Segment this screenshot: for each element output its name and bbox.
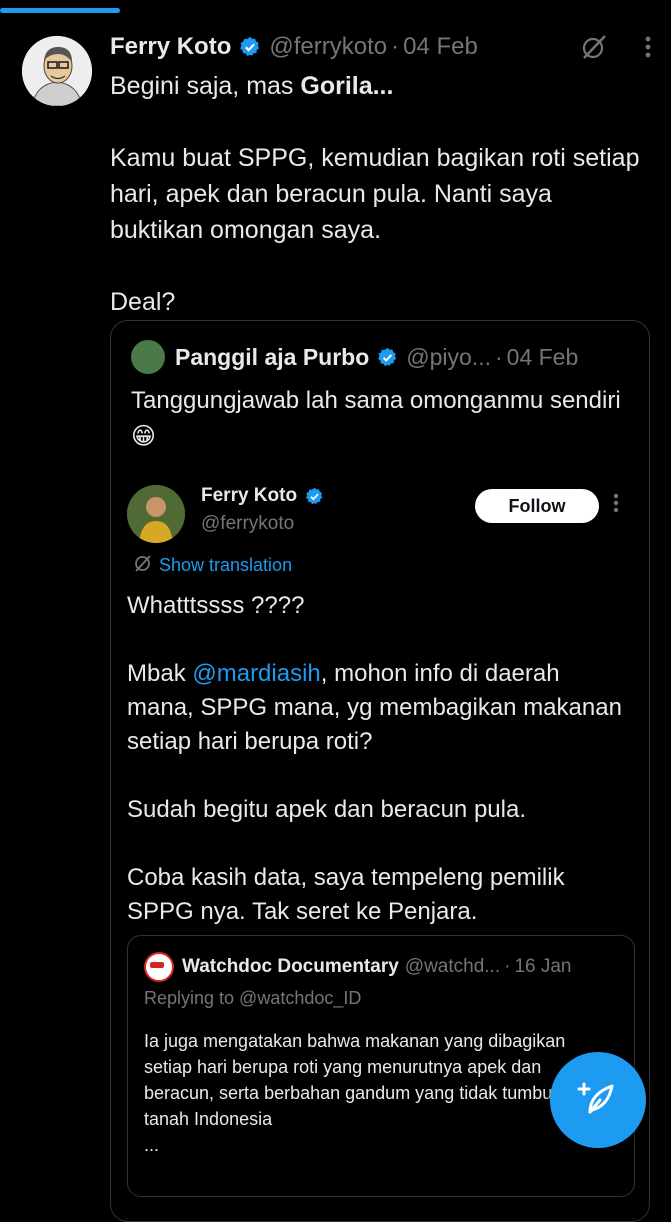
replying-to-label: Replying to @watchdoc_ID [144, 988, 362, 1008]
author-handle[interactable]: @ferrykoto [269, 33, 387, 61]
nested-quoted-post[interactable]: Watchdoc Documentary @watchd... · 16 Jan… [127, 935, 635, 1197]
compose-post-icon [576, 1076, 620, 1125]
post-text-line: Begini saja, mas [110, 72, 301, 100]
watchdoc-logo-icon [144, 952, 174, 982]
show-translation-label: Show translation [159, 555, 293, 575]
avatar[interactable] [22, 36, 92, 106]
quoted-post-header: Panggil aja Purbo @piyo... · 04 Feb [131, 339, 629, 375]
embedded-paragraph: Coba kasih data, saya tempeleng pemilik … [127, 864, 565, 925]
separator-dot: · [391, 33, 400, 60]
nested-post-text: Ia juga mengatakan bahwa makanan yang di… [144, 1028, 614, 1158]
quoted-post-text: Tanggungjawab lah sama omonganmu sendiri… [131, 387, 621, 450]
separator-dot: · [494, 343, 503, 370]
more-icon[interactable] [645, 36, 651, 58]
author-name: Panggil aja Purbo [175, 343, 370, 370]
post-text-bold: Gorila... [300, 72, 394, 100]
embedded-author: Ferry Koto [201, 485, 332, 507]
author-name[interactable]: Ferry Koto [201, 485, 297, 507]
post-text: Begini saja, mas Gorila... Kamu buat SPP… [110, 68, 650, 320]
author-handle: @piyo... [406, 343, 491, 370]
author-name[interactable]: Ferry Koto [110, 33, 231, 61]
post-text-paragraph: Deal? [110, 288, 176, 316]
grok-icon[interactable] [579, 32, 609, 62]
avatar[interactable] [127, 485, 185, 543]
more-icon[interactable] [613, 493, 619, 518]
post-date[interactable]: 04 Feb [403, 33, 478, 61]
author-handle[interactable]: @ferrykoto [201, 513, 294, 535]
nested-post-header: Watchdoc Documentary @watchd... · 16 Jan [144, 952, 618, 982]
mention-link[interactable]: @mardiasih [192, 660, 320, 687]
author-name: Watchdoc Documentary [182, 956, 399, 977]
nested-paragraph: Ia juga mengatakan bahwa makanan yang di… [144, 1031, 582, 1129]
verified-badge-icon [377, 347, 398, 368]
follow-button[interactable]: Follow [475, 489, 599, 523]
embedded-paragraph: Whatttssss ???? [127, 592, 305, 619]
embedded-paragraph: Sudah begitu apek dan beracun pula. [127, 796, 526, 823]
verified-badge-icon [239, 36, 261, 58]
avatar [131, 340, 165, 374]
post-date: 04 Feb [506, 343, 579, 370]
compose-post-button[interactable] [550, 1052, 646, 1148]
show-translation-link[interactable]: Show translation [133, 553, 292, 578]
author-handle: @watchd... [404, 956, 501, 977]
post-text-paragraph: Kamu buat SPPG, kemudian bagikan roti se… [110, 144, 640, 244]
embedded-paragraph: Mbak @mardiasih, mohon info di daerah ma… [127, 657, 627, 759]
embedded-post-text: Whatttssss ???? Mbak @mardiasih, mohon i… [127, 589, 627, 929]
post-date: 16 Jan [514, 956, 572, 977]
embedded-text-prefix: Mbak [127, 660, 193, 687]
nested-ellipsis: ... [144, 1135, 160, 1155]
post-header: Ferry Koto @ferrykoto · 04 Feb [110, 30, 651, 64]
tab-indicator [0, 8, 120, 13]
verified-badge-icon [305, 487, 324, 506]
translate-icon [133, 553, 153, 578]
separator-dot: · [504, 956, 511, 977]
